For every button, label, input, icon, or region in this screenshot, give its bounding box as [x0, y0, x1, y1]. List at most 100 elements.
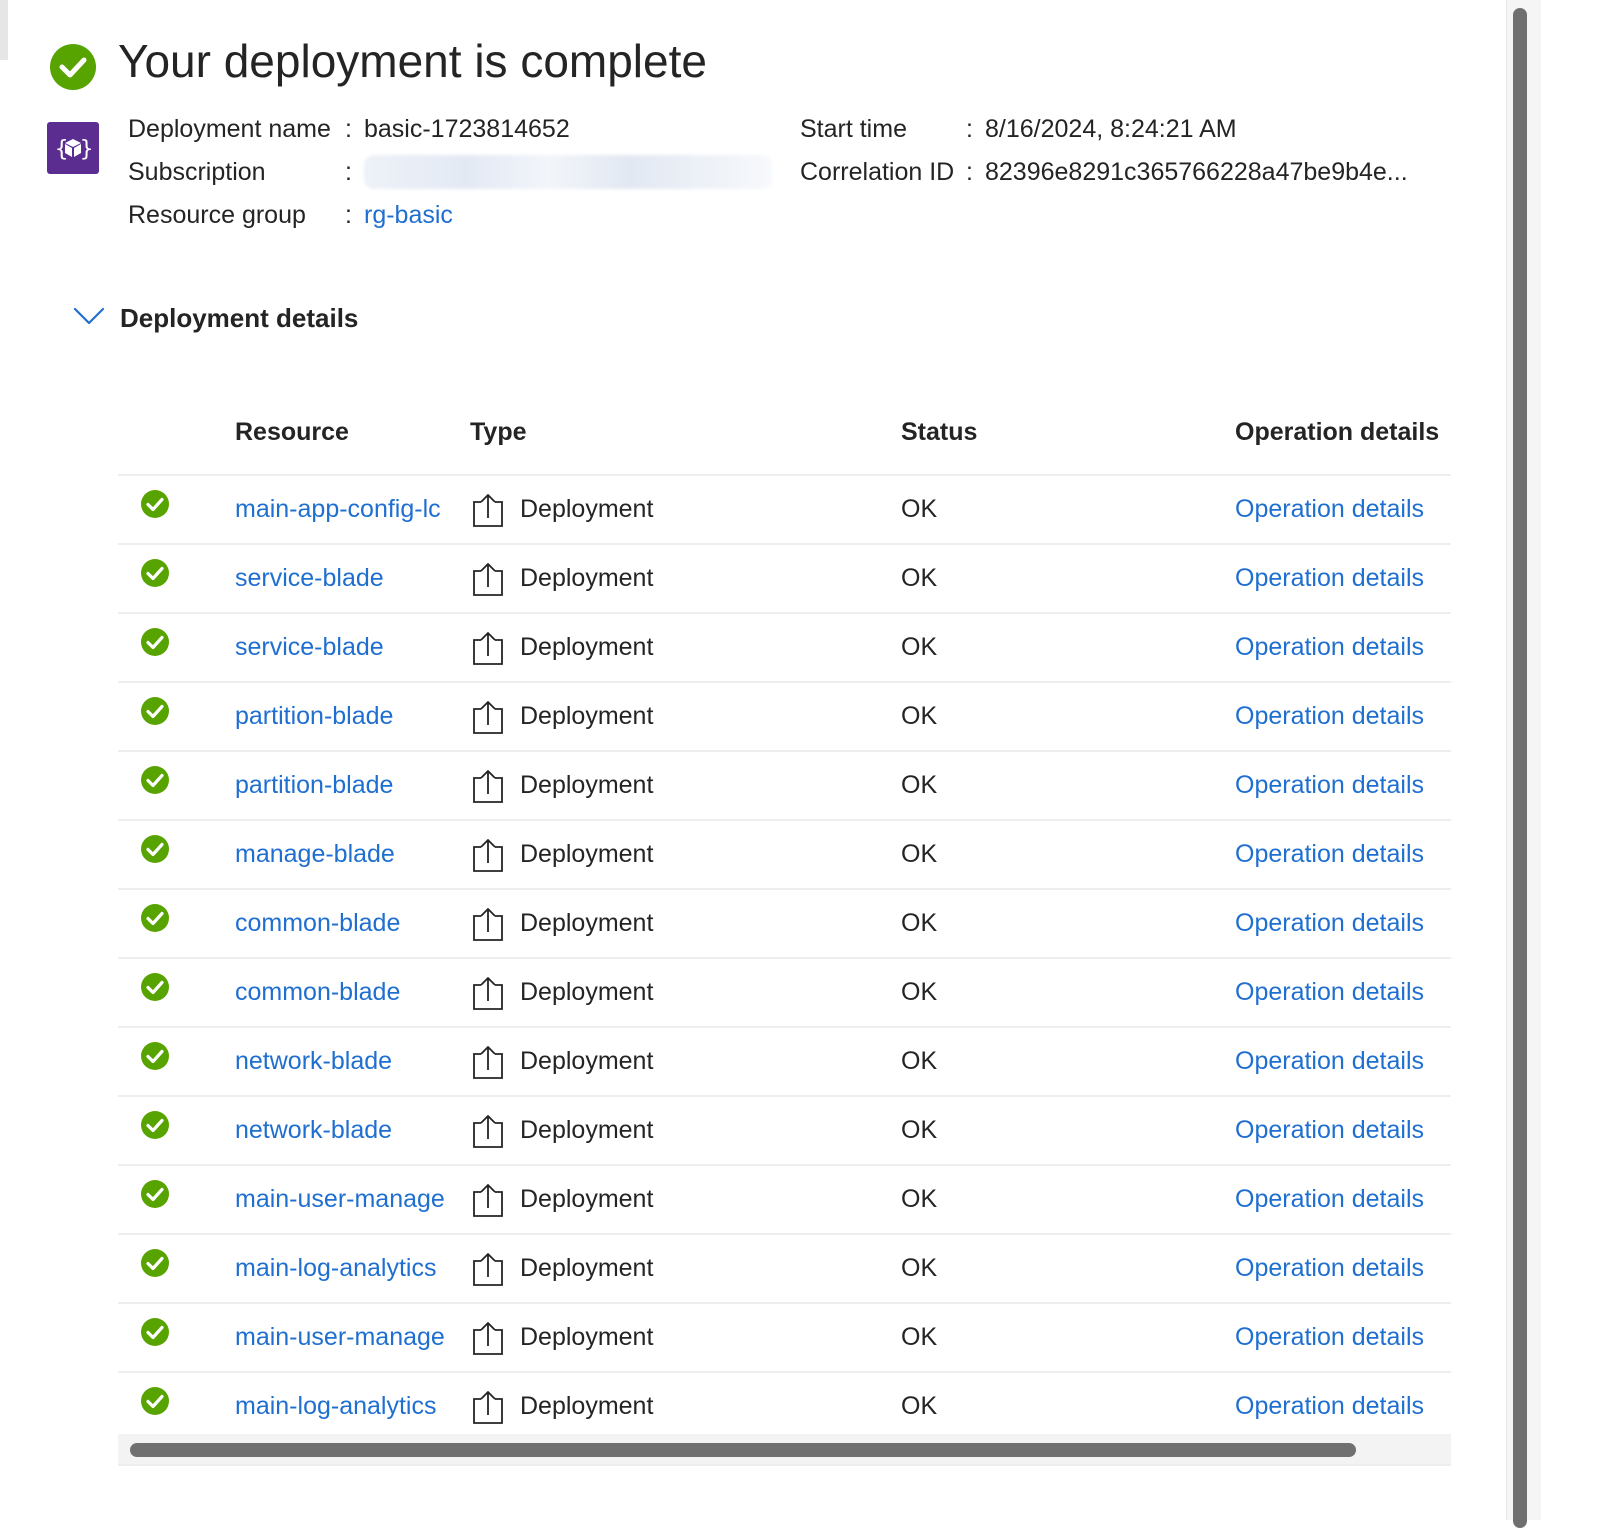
separator: : [966, 158, 973, 186]
resource-link[interactable]: partition-blade [235, 752, 449, 819]
operation-details-link[interactable]: Operation details [1235, 752, 1451, 819]
table-row: main-log-analytics Deployment OK Operati… [118, 1373, 1451, 1442]
horizontal-scrollbar[interactable] [118, 1434, 1451, 1466]
operation-details-link[interactable]: Operation details [1235, 821, 1451, 888]
deployment-upload-icon [473, 976, 503, 1010]
type-cell: Deployment [470, 1235, 770, 1302]
table-row: partition-blade Deployment OK Operation … [118, 683, 1451, 752]
type-cell: Deployment [470, 476, 770, 543]
success-check-icon [140, 539, 170, 606]
separator: : [345, 158, 352, 186]
type-label: Deployment [520, 564, 654, 592]
resource-link[interactable]: common-blade [235, 959, 449, 1026]
resource-link[interactable]: main-log-analytics [235, 1373, 449, 1440]
deployment-upload-icon [473, 838, 503, 872]
type-cell: Deployment [470, 1097, 770, 1164]
success-check-icon [140, 1091, 170, 1158]
deployment-details-toggle[interactable]: Deployment details [120, 298, 358, 338]
deployment-upload-icon [473, 907, 503, 941]
separator: : [966, 115, 973, 143]
deployment-upload-icon [473, 493, 503, 527]
deployment-upload-icon [473, 700, 503, 734]
status-cell: OK [901, 1392, 938, 1420]
deployment-upload-icon [473, 1321, 503, 1355]
operation-details-link[interactable]: Operation details [1235, 614, 1451, 681]
page-title: Your deployment is complete [118, 35, 707, 87]
deployment-name-label: Deployment name [128, 115, 331, 143]
type-label: Deployment [520, 633, 654, 661]
success-check-icon [140, 677, 170, 744]
type-cell: Deployment [470, 1166, 770, 1233]
horizontal-scrollbar-thumb[interactable] [130, 1443, 1356, 1457]
type-cell: Deployment [470, 752, 770, 819]
operation-details-link[interactable]: Operation details [1235, 1304, 1451, 1371]
resource-link[interactable]: main-app-config-lc [235, 476, 449, 543]
resource-link[interactable]: service-blade [235, 545, 449, 612]
deployment-template-icon: { } [47, 122, 99, 174]
deployment-upload-icon [473, 562, 503, 596]
operation-details-link[interactable]: Operation details [1235, 1097, 1451, 1164]
type-label: Deployment [520, 1392, 654, 1420]
type-label: Deployment [520, 1116, 654, 1144]
success-check-icon [140, 815, 170, 882]
start-time-label: Start time [800, 115, 907, 143]
operation-details-link[interactable]: Operation details [1235, 683, 1451, 750]
deployment-upload-icon [473, 1183, 503, 1217]
resource-link[interactable]: service-blade [235, 614, 449, 681]
deployment-upload-icon [473, 1114, 503, 1148]
deployment-upload-icon [473, 631, 503, 665]
resource-link[interactable]: network-blade [235, 1097, 449, 1164]
type-cell: Deployment [470, 545, 770, 612]
table-row: service-blade Deployment OK Operation de… [118, 545, 1451, 614]
table-row: network-blade Deployment OK Operation de… [118, 1028, 1451, 1097]
resource-link[interactable]: common-blade [235, 890, 449, 957]
separator: : [345, 115, 352, 143]
resource-link[interactable]: network-blade [235, 1028, 449, 1095]
resource-link[interactable]: manage-blade [235, 821, 449, 888]
operation-details-link[interactable]: Operation details [1235, 1235, 1451, 1302]
success-check-icon [140, 1367, 170, 1434]
status-cell: OK [901, 1047, 938, 1075]
type-cell: Deployment [470, 614, 770, 681]
type-label: Deployment [520, 771, 654, 799]
correlation-id-value: 82396e8291c365766228a47be9b4e... [985, 158, 1408, 186]
type-label: Deployment [520, 1323, 654, 1351]
left-edge-bar [0, 0, 8, 60]
vertical-scrollbar-thumb[interactable] [1513, 8, 1527, 1528]
resource-link[interactable]: main-user-manage [235, 1166, 449, 1233]
table-row: common-blade Deployment OK Operation det… [118, 959, 1451, 1028]
success-check-icon [140, 1229, 170, 1296]
table-row: manage-blade Deployment OK Operation det… [118, 821, 1451, 890]
success-check-icon [140, 1022, 170, 1089]
operation-details-link[interactable]: Operation details [1235, 959, 1451, 1026]
type-label: Deployment [520, 909, 654, 937]
table-row: main-user-manage Deployment OK Operation… [118, 1304, 1451, 1373]
type-cell: Deployment [470, 1028, 770, 1095]
deployment-upload-icon [473, 1390, 503, 1424]
type-cell: Deployment [470, 1373, 770, 1440]
type-cell: Deployment [470, 959, 770, 1026]
success-check-icon [140, 470, 170, 537]
operation-details-link[interactable]: Operation details [1235, 1373, 1451, 1440]
success-check-icon [140, 1298, 170, 1365]
column-header-type: Type [470, 418, 527, 446]
resource-group-link[interactable]: rg-basic [364, 194, 453, 237]
deployment-name-value: basic-1723814652 [364, 115, 570, 143]
success-check-icon [140, 953, 170, 1020]
operation-details-link[interactable]: Operation details [1235, 890, 1451, 957]
check-circle-icon [50, 44, 96, 90]
chevron-down-icon[interactable] [72, 304, 106, 328]
resource-link[interactable]: main-log-analytics [235, 1235, 449, 1302]
operation-details-link[interactable]: Operation details [1235, 1166, 1451, 1233]
resource-link[interactable]: partition-blade [235, 683, 449, 750]
table-row: main-user-manage Deployment OK Operation… [118, 1166, 1451, 1235]
operation-details-link[interactable]: Operation details [1235, 545, 1451, 612]
operation-details-link[interactable]: Operation details [1235, 476, 1451, 543]
resource-group-row: Resource group : rg-basic [128, 194, 788, 237]
separator: : [345, 201, 352, 229]
resource-link[interactable]: main-user-manage [235, 1304, 449, 1371]
operation-details-link[interactable]: Operation details [1235, 1028, 1451, 1095]
status-cell: OK [901, 978, 938, 1006]
table-body: main-app-config-lc Deployment OK Operati… [118, 476, 1451, 1442]
type-cell: Deployment [470, 821, 770, 888]
